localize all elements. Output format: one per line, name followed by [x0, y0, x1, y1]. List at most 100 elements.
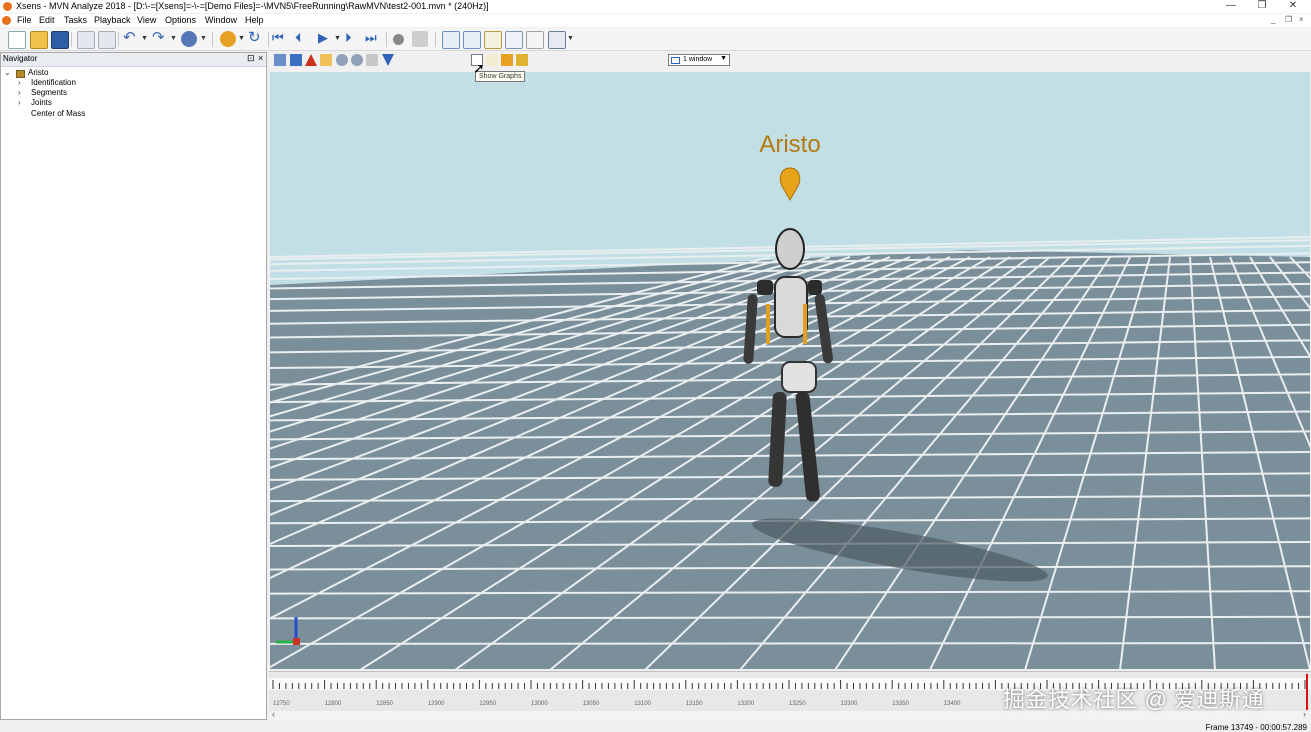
edit-notes-icon[interactable] [484, 31, 502, 49]
window-select[interactable]: 1 window ▼ [668, 54, 730, 66]
ruler-tick-label: 12800 [325, 701, 342, 707]
navigator-panel: Navigator ⊡ × ⌄ Aristo › Identification … [0, 52, 267, 720]
undo-dropdown-icon[interactable]: ▼ [141, 35, 148, 42]
tree-item-center-of-mass[interactable]: Center of Mass [31, 109, 85, 118]
ruler-tick-label: 13350 [892, 701, 909, 707]
watermark: 掘金技术社区 @ 爱迪斯通 [1003, 687, 1265, 712]
menu-file[interactable]: File [17, 15, 32, 25]
collapse-caret-icon[interactable]: › [18, 88, 21, 97]
new-file-icon[interactable] [8, 31, 26, 49]
floor-icon[interactable] [320, 54, 332, 66]
ruler-labels: 12750 12800 12850 12900 12950 13000 13050 13100… [273, 701, 961, 707]
import-icon[interactable] [516, 54, 528, 66]
paste-icon[interactable] [98, 31, 116, 49]
tree-item-identification[interactable]: Identification [31, 78, 76, 87]
ruler-tick-label: 13150 [686, 701, 703, 707]
export-icon[interactable] [501, 54, 513, 66]
collapse-caret-icon[interactable]: › [18, 98, 21, 107]
play-dropdown-icon[interactable]: ▼ [334, 35, 341, 42]
calibrate-dropdown-icon[interactable]: ▼ [238, 35, 245, 42]
grid-icon[interactable] [290, 54, 302, 66]
avatar-head [775, 228, 805, 270]
menu-window[interactable]: Window [205, 15, 237, 25]
joint-icon[interactable] [336, 54, 348, 66]
menu-view[interactable]: View [137, 15, 156, 25]
avatar-shoulder [808, 280, 822, 295]
layout-icon[interactable] [548, 31, 566, 49]
mouse-cursor-icon: ➚ [473, 60, 485, 76]
ruler-tick-label: 13400 [944, 701, 961, 707]
toolbar-separator [386, 32, 387, 47]
menu-help[interactable]: Help [245, 15, 264, 25]
tree-item-segments[interactable]: Segments [31, 88, 67, 97]
document-icon [2, 16, 11, 25]
triangle-icon[interactable] [305, 54, 317, 66]
record-icon[interactable] [393, 34, 404, 45]
restore-button[interactable]: ❐ [1247, 0, 1277, 13]
redo-dropdown-icon[interactable]: ▼ [170, 35, 177, 42]
ruler-tick-label: 12900 [428, 701, 445, 707]
tag-icon[interactable] [412, 31, 428, 47]
close-button[interactable]: ✕ [1278, 0, 1308, 13]
window-icon [671, 57, 680, 64]
scroll-left-icon[interactable]: ‹ [272, 709, 275, 719]
ruler-tick-label: 13300 [841, 701, 858, 707]
copy-icon[interactable] [77, 31, 95, 49]
next-frame-icon[interactable]: ⏵ [345, 29, 352, 47]
tools-dropdown-icon[interactable]: ▼ [200, 35, 207, 42]
layout-dropdown-icon[interactable]: ▼ [567, 35, 574, 42]
menu-options[interactable]: Options [165, 15, 196, 25]
3d-viewport[interactable] [270, 72, 1310, 670]
navigator-close-icon[interactable]: × [258, 53, 263, 63]
pin-icon[interactable]: ⊡ [247, 53, 255, 64]
toolbar-separator [212, 32, 213, 47]
avatar-shoulder [757, 280, 773, 295]
menu-edit[interactable]: Edit [39, 15, 55, 25]
navigator-header: Navigator ⊡ × [1, 53, 266, 67]
mdi-close-button[interactable]: × [1299, 15, 1304, 24]
reprocess-icon[interactable]: ↻ [248, 29, 261, 47]
avatar-pelvis [781, 361, 817, 393]
toolbar-separator [71, 32, 72, 47]
menu-playback[interactable]: Playback [94, 15, 131, 25]
undo-icon[interactable]: ↶ [123, 29, 136, 47]
menu-tasks[interactable]: Tasks [64, 15, 87, 25]
scroll-right-icon[interactable]: › [1303, 709, 1306, 719]
character-icon [16, 70, 25, 78]
open-folder-icon[interactable] [30, 31, 48, 49]
chevron-down-icon: ▼ [720, 55, 727, 62]
fullscreen-icon[interactable] [526, 31, 544, 49]
ruler-tick-label: 13050 [583, 701, 600, 707]
first-frame-icon[interactable]: ⏮ [272, 29, 284, 47]
scene-canvas[interactable] [270, 72, 1310, 670]
previous-frame-icon[interactable]: ⏴ [295, 29, 302, 47]
avatar-accent [766, 304, 770, 344]
character-name-label: Aristo [759, 131, 821, 158]
filter-icon[interactable] [382, 54, 394, 66]
main-toolbar: ↶ ▼ ↷ ▼ ▼ ▼ ↻ ⏮ ⏴ ▶ ▼ ⏵ ⏭ ▼ [0, 28, 1311, 51]
save-icon[interactable] [51, 31, 69, 49]
last-frame-icon[interactable]: ⏭ [365, 29, 377, 47]
annotate-icon[interactable] [486, 54, 498, 66]
collapse-caret-icon[interactable]: › [18, 78, 21, 87]
skeleton-view-icon[interactable] [442, 31, 460, 49]
camera-icon[interactable] [274, 54, 286, 66]
expand-caret-icon[interactable]: ⌄ [4, 68, 11, 77]
tree-item-aristo[interactable]: Aristo [28, 68, 48, 77]
redo-icon[interactable]: ↷ [152, 29, 165, 47]
tools-gear-icon[interactable] [181, 31, 197, 47]
trail-icon[interactable] [366, 54, 378, 66]
graph-icon[interactable] [505, 31, 523, 49]
playhead-marker[interactable] [1306, 674, 1308, 710]
calibrate-icon[interactable] [220, 31, 236, 47]
minimize-button[interactable]: — [1216, 0, 1246, 13]
tree-item-joints[interactable]: Joints [31, 98, 52, 107]
motion-view-icon[interactable] [463, 31, 481, 49]
play-icon[interactable]: ▶ [318, 29, 328, 47]
mdi-restore-button[interactable]: ❐ [1285, 15, 1292, 24]
viewport-toolbar: 1 window ▼ [269, 51, 1311, 71]
status-bar: Frame 13749 - 00:00:57.289 [0, 721, 1311, 732]
avatar-accent [803, 304, 807, 344]
mdi-minimize-button[interactable]: _ [1271, 15, 1275, 24]
segment-icon[interactable] [351, 54, 363, 66]
